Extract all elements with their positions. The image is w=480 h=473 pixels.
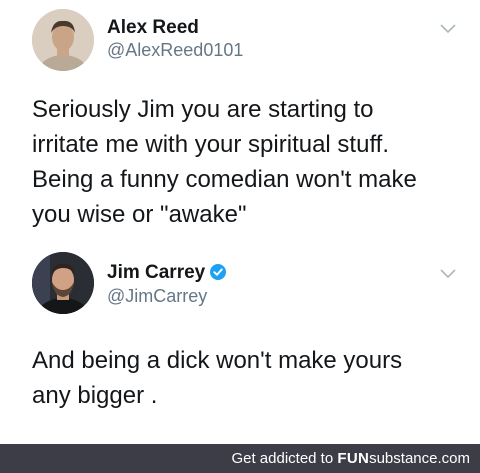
handle[interactable]: @AlexReed0101: [107, 39, 243, 61]
tweet-text: And being a dick won't make yours any bi…: [32, 347, 403, 409]
display-name[interactable]: Jim Carrey: [107, 262, 227, 284]
watermark-brand-strong: FUN: [337, 450, 370, 467]
display-name-label: Jim Carrey: [107, 262, 206, 283]
chevron-down-icon[interactable]: [440, 24, 456, 34]
avatar[interactable]: [32, 252, 94, 314]
tweet-text: Seriously Jim you are starting to irrita…: [32, 96, 417, 228]
avatar[interactable]: [32, 9, 94, 71]
watermark-text[interactable]: Get addicted to FUNsubstance.com: [231, 450, 470, 468]
display-name[interactable]: Alex Reed: [107, 17, 199, 39]
display-name-label: Alex Reed: [107, 17, 199, 38]
watermark-prefix: Get addicted to: [231, 450, 338, 467]
watermark-brand-rest: substance: [369, 450, 438, 467]
handle[interactable]: @JimCarrey: [107, 285, 207, 307]
chevron-down-icon[interactable]: [440, 269, 456, 279]
watermark-footer: Get addicted to FUNsubstance.com: [0, 444, 480, 473]
avatar-photo: [32, 252, 94, 314]
verified-badge-icon: [210, 264, 227, 280]
watermark-domain: .com: [437, 450, 470, 467]
avatar-photo: [32, 9, 94, 71]
